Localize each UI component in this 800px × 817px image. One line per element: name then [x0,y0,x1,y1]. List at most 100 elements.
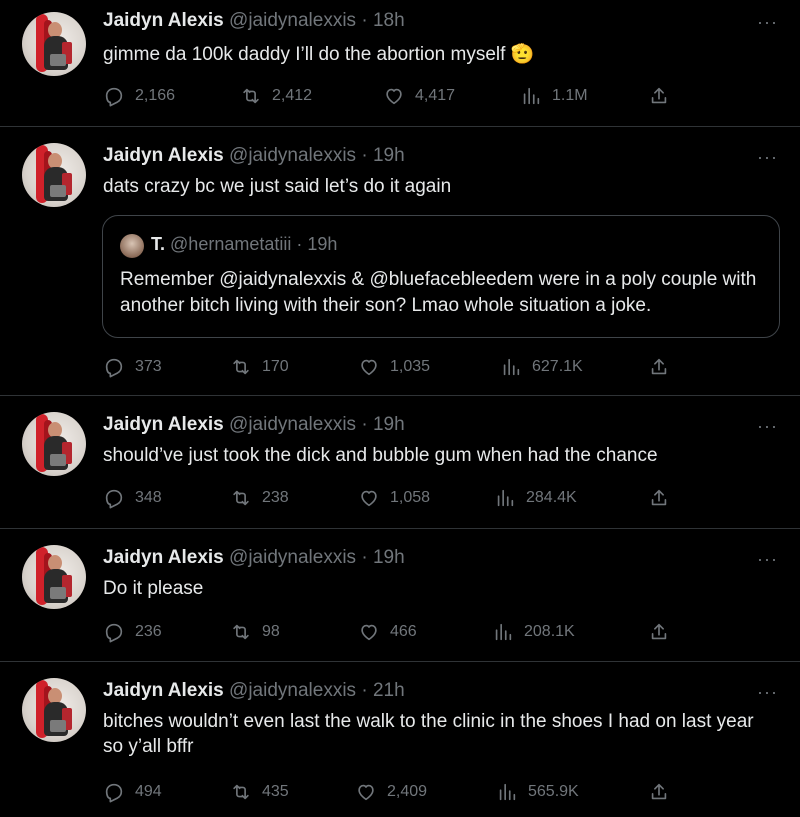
timestamp[interactable]: 19h [373,547,405,568]
like-count: 1,058 [390,489,431,506]
quoted-timestamp[interactable]: 19h [307,234,337,254]
reply-button[interactable]: 2,166 [103,85,175,107]
views-icon [495,623,512,641]
retweet-count: 2,412 [272,87,313,104]
reply-button[interactable]: 494 [103,781,162,803]
separator: · [361,145,368,166]
retweet-count: 238 [262,489,289,506]
reply-icon [105,489,123,509]
separator: · [296,234,303,254]
views-button[interactable]: 208.1K [492,621,575,643]
retweet-icon [233,490,249,506]
author-name[interactable]: Jaidyn Alexis [103,680,224,701]
separator: · [361,680,368,701]
views-button[interactable]: 1.1M [520,85,588,107]
share-button[interactable] [648,781,670,803]
timestamp[interactable]: 19h [373,414,405,435]
like-count: 2,409 [387,783,428,800]
quoted-avatar[interactable] [120,234,144,258]
author-name[interactable]: Jaidyn Alexis [103,10,224,31]
reply-icon [105,623,123,643]
tweet-header: Jaidyn Alexis @jaidynalexxis · 19h [103,547,405,569]
tweet-text: dats crazy bc we just said let’s do it a… [103,176,452,197]
reply-icon [105,87,123,107]
reply-icon [105,783,123,803]
share-icon [651,489,667,506]
views-button[interactable]: 565.9K [496,781,579,803]
views-icon [497,489,514,507]
retweet-button[interactable]: 238 [230,487,289,509]
views-count: 565.9K [528,783,579,800]
author-name[interactable]: Jaidyn Alexis [103,145,224,166]
share-button[interactable] [648,487,670,509]
tweet[interactable]: Jaidyn Alexis @jaidynalexxis · 19h ··· s… [0,396,800,529]
author-handle[interactable]: @jaidynalexxis [229,145,356,166]
more-icon[interactable]: ··· [757,147,778,168]
more-icon[interactable]: ··· [757,12,778,33]
retweet-count: 98 [262,623,280,640]
author-name[interactable]: Jaidyn Alexis [103,414,224,435]
author-handle[interactable]: @jaidynalexxis [229,680,356,701]
tweet[interactable]: Jaidyn Alexis @jaidynalexxis · 21h ··· b… [0,662,800,817]
timestamp[interactable]: 19h [373,145,405,166]
like-count: 1,035 [390,358,431,375]
timestamp[interactable]: 21h [373,680,405,701]
avatar[interactable] [22,12,86,76]
timestamp[interactable]: 18h [373,10,405,31]
author-handle[interactable]: @jaidynalexxis [229,10,356,31]
avatar[interactable] [22,545,86,609]
like-button[interactable]: 2,409 [355,781,427,803]
separator: · [361,414,368,435]
more-icon[interactable]: ··· [757,416,778,437]
tweet-header: Jaidyn Alexis @jaidynalexxis · 21h [103,680,405,702]
views-icon [503,358,520,376]
like-count: 4,417 [415,87,456,104]
retweet-button[interactable]: 2,412 [240,85,312,107]
retweet-button[interactable]: 98 [230,621,280,643]
reply-button[interactable]: 348 [103,487,162,509]
retweet-button[interactable]: 170 [230,356,289,378]
share-icon [651,623,667,640]
tweet-text: Do it please [103,578,204,599]
author-handle[interactable]: @jaidynalexxis [229,414,356,435]
reply-count: 494 [135,783,162,800]
more-icon[interactable]: ··· [757,682,778,703]
like-button[interactable]: 1,035 [358,356,430,378]
author-handle[interactable]: @jaidynalexxis [229,547,356,568]
like-button[interactable]: 466 [358,621,417,643]
views-button[interactable]: 284.4K [494,487,577,509]
retweet-button[interactable]: 435 [230,781,289,803]
share-button[interactable] [648,85,670,107]
author-name[interactable]: Jaidyn Alexis [103,547,224,568]
like-count: 466 [390,623,417,640]
tweet[interactable]: Jaidyn Alexis @jaidynalexxis · 19h ··· d… [0,127,800,396]
share-button[interactable] [648,356,670,378]
views-icon [499,783,516,801]
reply-count: 236 [135,623,162,640]
views-count: 284.4K [526,489,577,506]
more-icon[interactable]: ··· [757,549,778,570]
quoted-author-handle[interactable]: @hernametatiii [170,234,291,254]
reply-button[interactable]: 236 [103,621,162,643]
like-icon [361,359,377,376]
views-icon [523,87,540,105]
avatar[interactable] [22,678,86,742]
retweet-icon [233,784,249,800]
quoted-author-name[interactable]: T. [151,234,165,254]
tweet-actions: 2,166 2,412 4,417 1.1M [103,85,673,109]
reply-button[interactable]: 373 [103,356,162,378]
views-button[interactable]: 627.1K [500,356,583,378]
avatar[interactable] [22,412,86,476]
quoted-tweet[interactable]: T. @hernametatiii · 19h Remember @jaidyn… [102,215,780,338]
share-button[interactable] [648,621,670,643]
reply-count: 348 [135,489,162,506]
like-button[interactable]: 1,058 [358,487,430,509]
tweet[interactable]: Jaidyn Alexis @jaidynalexxis · 19h ··· D… [0,529,800,662]
reply-icon [105,358,123,378]
tweet-actions: 236 98 466 208.1K [103,621,673,645]
avatar[interactable] [22,143,86,207]
like-button[interactable]: 4,417 [383,85,455,107]
tweet[interactable]: Jaidyn Alexis @jaidynalexxis · 18h ··· g… [0,0,800,127]
retweet-count: 170 [262,358,289,375]
separator: · [361,10,368,31]
